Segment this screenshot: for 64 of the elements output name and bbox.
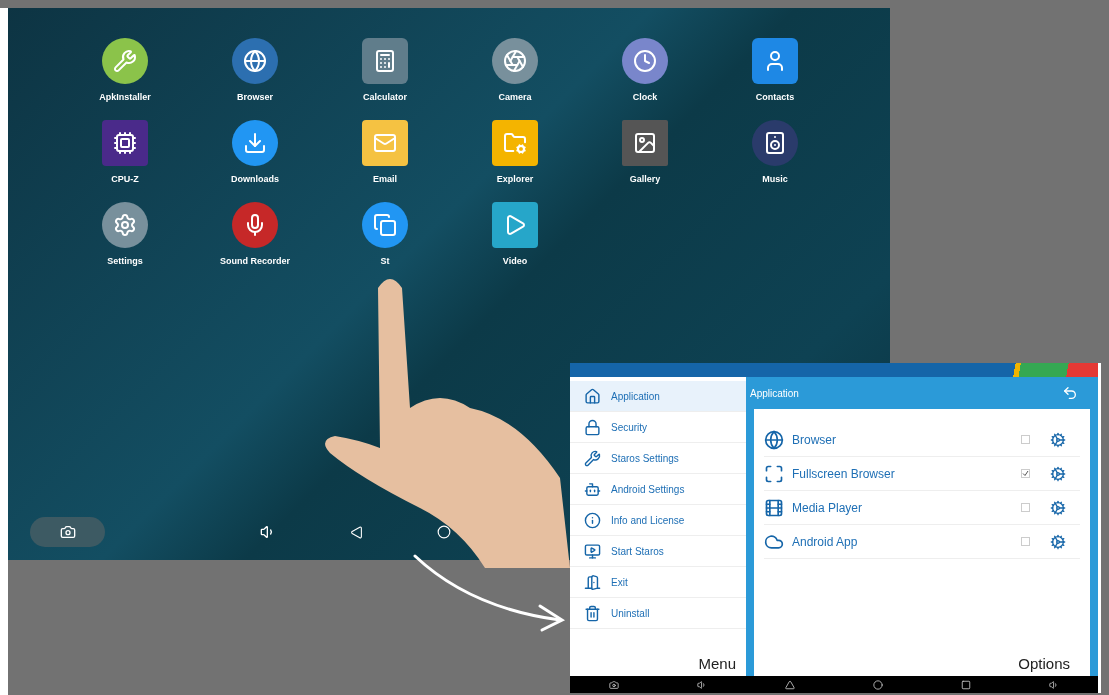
app-label: Contacts bbox=[755, 92, 795, 102]
app-label: Sound Recorder bbox=[220, 256, 290, 266]
settings-button[interactable] bbox=[1050, 499, 1066, 516]
app-label: CPU-Z bbox=[111, 174, 139, 184]
app-label: Clock bbox=[632, 92, 658, 102]
option-title: Fullscreen Browser bbox=[792, 466, 896, 481]
download-icon[interactable] bbox=[232, 120, 278, 166]
overlapping-squares-icon[interactable] bbox=[362, 202, 408, 248]
house-icon bbox=[584, 387, 601, 405]
picture-frame-icon[interactable] bbox=[622, 120, 668, 166]
volume-icon[interactable] bbox=[697, 679, 707, 690]
globe-icon bbox=[764, 429, 784, 450]
camera-icon bbox=[59, 524, 76, 540]
info-icon bbox=[584, 511, 601, 529]
padlock-icon bbox=[584, 418, 601, 436]
chip-icon[interactable] bbox=[102, 120, 148, 166]
app-label: Settings bbox=[107, 256, 143, 266]
panel-title: Application bbox=[750, 387, 799, 399]
app-label: Music bbox=[762, 174, 788, 184]
option-title: Android App bbox=[792, 534, 859, 549]
options-caption: Options bbox=[1018, 655, 1071, 674]
contact-card-icon[interactable] bbox=[752, 38, 798, 84]
app-label: Calculator bbox=[363, 92, 407, 102]
settings-button[interactable] bbox=[1050, 533, 1066, 550]
menu-item[interactable]: Application bbox=[570, 381, 746, 412]
speaker-icon[interactable] bbox=[752, 120, 798, 166]
app-label: Explorer bbox=[496, 174, 534, 184]
film-icon bbox=[764, 497, 784, 518]
checkbox[interactable] bbox=[1021, 503, 1030, 512]
volume-icon[interactable] bbox=[1049, 679, 1059, 690]
option-title: Media Player bbox=[792, 500, 864, 515]
settings-button[interactable] bbox=[1050, 431, 1066, 448]
clock-icon[interactable] bbox=[622, 38, 668, 84]
settings-button[interactable] bbox=[1050, 465, 1066, 482]
app-label: Camera bbox=[498, 92, 532, 102]
microphone-icon[interactable] bbox=[232, 202, 278, 248]
checkbox[interactable] bbox=[1021, 537, 1030, 546]
recents-icon[interactable] bbox=[961, 679, 971, 690]
tools-icon bbox=[584, 449, 601, 467]
app-label: Gallery bbox=[629, 174, 661, 184]
play-icon[interactable] bbox=[492, 202, 538, 248]
camera-icon[interactable] bbox=[609, 679, 619, 690]
door-icon bbox=[584, 573, 601, 591]
screenshot-button[interactable] bbox=[30, 517, 105, 547]
back-arrow-button[interactable] bbox=[1062, 385, 1078, 401]
checkbox[interactable] bbox=[1021, 435, 1030, 444]
app-label: Email bbox=[373, 174, 397, 184]
app-label: ApkInstaller bbox=[99, 92, 151, 102]
menu-caption: Menu bbox=[698, 655, 737, 674]
app-label: Video bbox=[502, 256, 528, 266]
option-title: Browser bbox=[792, 432, 837, 447]
app-label: Downloads bbox=[231, 174, 279, 184]
screen-play-icon bbox=[584, 542, 601, 560]
gear-icon[interactable] bbox=[102, 202, 148, 248]
back-icon[interactable] bbox=[785, 679, 795, 690]
app-label: St bbox=[380, 256, 390, 266]
checkbox[interactable] bbox=[1021, 469, 1030, 478]
trash-icon bbox=[584, 604, 601, 622]
calculator-icon[interactable] bbox=[362, 38, 408, 84]
expand-icon bbox=[764, 463, 784, 484]
home-icon[interactable] bbox=[873, 679, 883, 690]
camera-lens-icon[interactable] bbox=[492, 38, 538, 84]
globe-icon[interactable] bbox=[232, 38, 278, 84]
app-label: Browser bbox=[237, 92, 273, 102]
